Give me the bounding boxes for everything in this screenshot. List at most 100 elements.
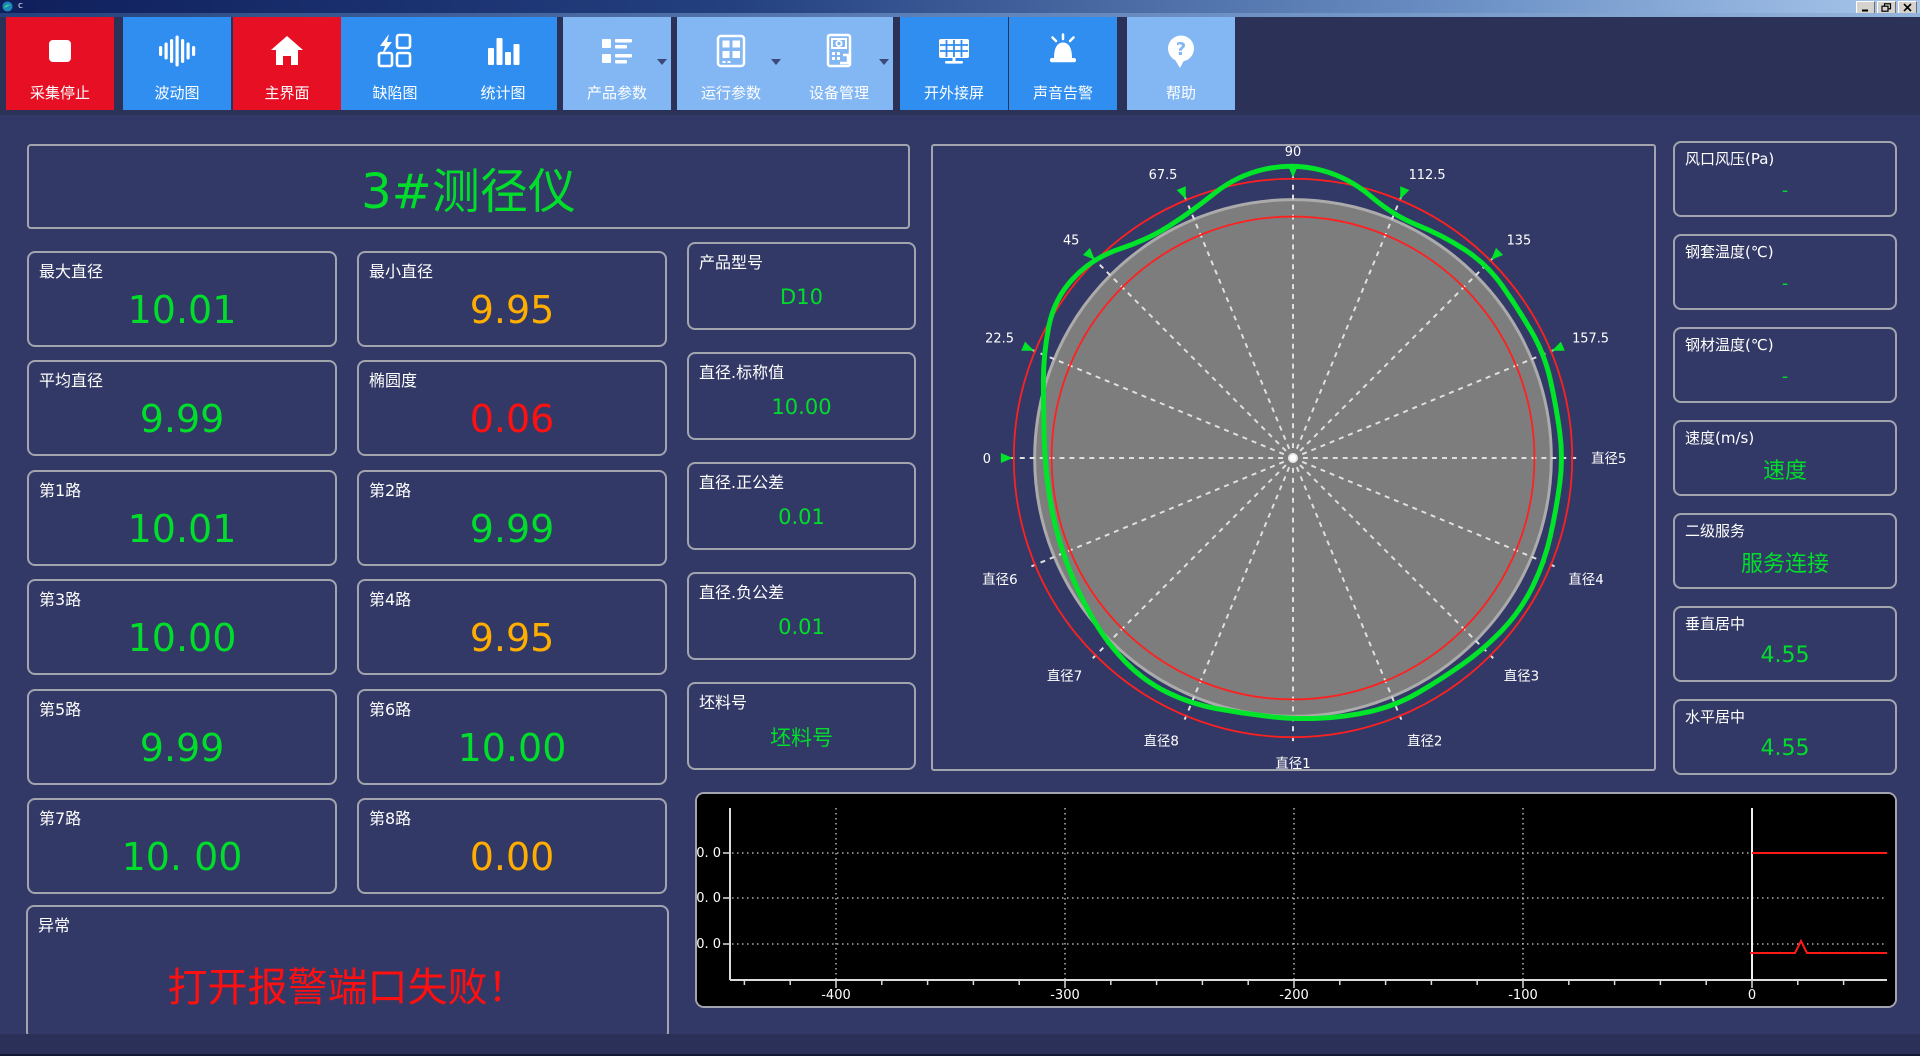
toolbar-button-product-params[interactable]: 产品参数 [563, 17, 671, 110]
stat-value: 9.99 [469, 507, 555, 551]
svg-text:157.5: 157.5 [1572, 331, 1609, 346]
svg-text:-400: -400 [821, 988, 851, 1003]
alarm-label: 异常 [38, 916, 71, 935]
external-screen-icon [900, 31, 1008, 71]
toolbar-button-sound-alarm[interactable]: 声音告警 [1009, 17, 1117, 110]
svg-text:直径4: 直径4 [1568, 572, 1603, 588]
stat-value: 9.95 [469, 288, 555, 332]
sidebar-card-l2-service: 二级服务 服务连接 [1673, 513, 1897, 589]
stat-card-avg-diameter: 平均直径 9.99 [27, 360, 337, 456]
param-value: 10.00 [771, 395, 832, 419]
param-card-upper-tolerance: 直径.正公差 0.01 [687, 462, 916, 550]
stat-value: 0.06 [469, 397, 555, 441]
home-icon [233, 31, 341, 71]
product-params-icon [563, 31, 671, 71]
device-manage-icon [785, 31, 893, 71]
svg-text:-100: -100 [1508, 988, 1538, 1003]
stat-value: 10.00 [457, 726, 567, 770]
param-value: 坯料号 [770, 726, 833, 750]
stat-card-path6: 第6路 10.00 [357, 689, 667, 785]
param-card-product-model: 产品型号 D10 [687, 242, 916, 330]
dropdown-arrow-icon[interactable] [879, 59, 889, 65]
sidebar-card-tuyere-pressure: 风口风压(Pa) - [1673, 141, 1897, 217]
alarm-message: 打开报警端口失败！ [167, 964, 528, 1011]
stat-card-path8: 第8路 0.00 [357, 798, 667, 894]
roundness-polar-chart: 0 22.5 45 67.5 90 112.5 135 157.5 直径5 直径4 直径3 直径2 直径… [982, 145, 1626, 772]
defect-grid-icon [341, 31, 449, 71]
stat-card-path7: 第7路 10. 00 [27, 798, 337, 894]
sidebar-card-sleeve-temperature: 钢套温度(℃) - [1673, 234, 1897, 310]
window-title: c [18, 1, 23, 11]
footer-strip [0, 1034, 1920, 1056]
stat-card-path4: 第4路 9.95 [357, 579, 667, 675]
svg-text:直径8: 直径8 [1144, 733, 1179, 749]
stat-value: 0.00 [469, 835, 555, 879]
svg-text:直径3: 直径3 [1504, 669, 1539, 685]
stat-value: 10.01 [127, 507, 237, 551]
stop-icon [6, 31, 114, 71]
svg-text:直径5: 直径5 [1591, 451, 1626, 467]
stat-card-max-diameter: 最大直径 10.01 [27, 251, 337, 347]
svg-text:22.5: 22.5 [985, 331, 1014, 346]
stat-card-path2: 第2路 9.99 [357, 470, 667, 566]
sidebar-value: 4.55 [1760, 642, 1810, 668]
param-card-billet-number: 坯料号 坯料号 [687, 682, 916, 770]
stat-value: 9.95 [469, 616, 555, 660]
sidebar-card-vertical-centering: 垂直居中 4.55 [1673, 606, 1897, 682]
dropdown-arrow-icon[interactable] [657, 59, 667, 65]
stat-card-path1: 第1路 10.01 [27, 470, 337, 566]
param-card-nominal-diameter: 直径.标称值 10.00 [687, 352, 916, 440]
svg-text:-300: -300 [1050, 988, 1080, 1003]
param-value: 0.01 [778, 505, 825, 529]
sidebar-value: 服务连接 [1740, 552, 1829, 577]
svg-text:135: 135 [1507, 233, 1532, 248]
toolbar-button-device-manage[interactable]: 设备管理 [785, 17, 893, 110]
stat-card-path5: 第5路 9.99 [27, 689, 337, 785]
toolbar-button-waveform[interactable]: 波动图 [123, 17, 231, 110]
svg-text:10. 0: 10. 0 [697, 891, 721, 906]
main-toolbar: 采集停止 波动图 主界面 缺陷图 统计图 产品参数 运行参数 设备管理 开外接屏… [0, 17, 1920, 115]
page-title: 3#测径仪 [361, 163, 576, 220]
diameter-trend-panel: 10. 0 10. 0 10. 0 -400 -300 -200 -100 0 [695, 792, 1897, 1008]
gauge-title-card: 3#测径仪 [27, 144, 910, 229]
window-titlebar: c [0, 0, 1920, 14]
svg-text:直径6: 直径6 [982, 572, 1017, 588]
sound-alarm-icon [1009, 31, 1117, 71]
sidebar-value: - [1781, 179, 1789, 201]
stat-card-min-diameter: 最小直径 9.95 [357, 251, 667, 347]
sidebar-card-horizontal-centering: 水平居中 4.55 [1673, 699, 1897, 775]
stat-value: 10.00 [127, 616, 237, 660]
bar-chart-icon [449, 31, 557, 71]
stat-value: 9.99 [139, 397, 225, 441]
svg-text:-200: -200 [1279, 988, 1309, 1003]
svg-text:67.5: 67.5 [1149, 168, 1178, 183]
stat-card-ovality: 椭圆度 0.06 [357, 360, 667, 456]
toolbar-button-main-screen[interactable]: 主界面 [233, 17, 341, 110]
toolbar-button-statistics-chart[interactable]: 统计图 [449, 17, 557, 110]
toolbar-button-run-params[interactable]: 运行参数 [677, 17, 785, 110]
dropdown-arrow-icon[interactable] [771, 59, 781, 65]
svg-text:10. 0: 10. 0 [697, 846, 721, 861]
diameter-trend-chart: 10. 0 10. 0 10. 0 -400 -300 -200 -100 0 [697, 794, 1895, 1006]
stat-card-path3: 第3路 10.00 [27, 579, 337, 675]
svg-text:10. 0: 10. 0 [697, 937, 721, 952]
svg-text:直径7: 直径7 [1047, 669, 1082, 685]
svg-text:直径2: 直径2 [1407, 733, 1442, 749]
toolbar-button-defect-chart[interactable]: 缺陷图 [341, 17, 449, 110]
stat-value: 9.99 [139, 726, 225, 770]
sidebar-card-steel-temperature: 钢材温度(℃) - [1673, 327, 1897, 403]
sidebar-value: 速度 [1762, 459, 1807, 484]
svg-text:45: 45 [1063, 233, 1079, 248]
toolbar-button-external-screen[interactable]: 开外接屏 [900, 17, 1008, 110]
sidebar-value: 4.55 [1760, 735, 1810, 761]
toolbar-button-help[interactable]: ? 帮助 [1127, 17, 1235, 110]
app-logo-icon [2, 1, 13, 12]
help-icon: ? [1127, 31, 1235, 71]
run-params-icon [677, 31, 785, 71]
roundness-polar-panel: 0 22.5 45 67.5 90 112.5 135 157.5 直径5 直径4 直径3 直径2 直径… [931, 144, 1656, 772]
toolbar-button-stop-acquisition[interactable]: 采集停止 [6, 17, 114, 110]
param-card-lower-tolerance: 直径.负公差 0.01 [687, 572, 916, 660]
stat-value: 10.01 [127, 288, 237, 332]
sidebar-value: - [1781, 272, 1789, 294]
sidebar-card-speed: 速度(m/s) 速度 [1673, 420, 1897, 496]
